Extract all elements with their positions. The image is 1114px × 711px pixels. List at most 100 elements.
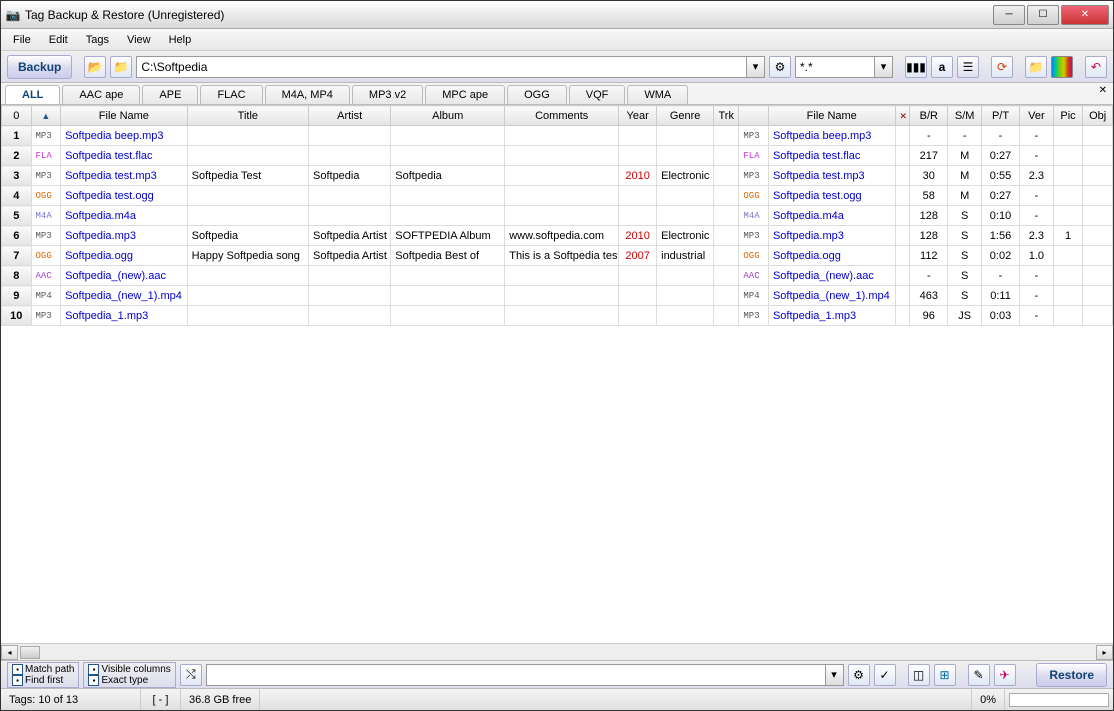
file-name-link[interactable]: Softpedia_(new).aac — [61, 266, 188, 286]
visible-columns-checkbox[interactable]: ▪Visible columns — [88, 664, 170, 675]
col-header-1[interactable]: ▲ — [31, 106, 61, 126]
tab-vqf[interactable]: VQF — [569, 85, 626, 104]
col-header-13[interactable]: B/R — [910, 106, 948, 126]
table-row[interactable]: 5M4ASoftpedia.m4aM4ASoftpedia.m4a128S0:1… — [2, 206, 1113, 226]
file-name-link[interactable]: Softpedia test.mp3 — [61, 166, 188, 186]
col-header-3[interactable]: Title — [187, 106, 308, 126]
col-header-14[interactable]: S/M — [948, 106, 982, 126]
bottom-combo-dropdown-icon[interactable]: ▾ — [826, 664, 844, 686]
menu-help[interactable]: Help — [161, 32, 200, 48]
barcode-icon[interactable]: ▮▮▮ — [905, 56, 927, 78]
table-row[interactable]: 6MP3Softpedia.mp3SoftpediaSoftpedia Arti… — [2, 226, 1113, 246]
check-icon[interactable]: ✓ — [874, 664, 896, 686]
col-header-16[interactable]: Ver — [1020, 106, 1054, 126]
rainbow-icon[interactable] — [1051, 56, 1073, 78]
rocket-icon[interactable]: ✈ — [994, 664, 1016, 686]
auto-a-icon[interactable]: a — [931, 56, 953, 78]
path-dropdown-icon[interactable]: ▾ — [747, 56, 765, 78]
file-name-link[interactable]: Softpedia_1.mp3 — [61, 306, 188, 326]
tab-all[interactable]: ALL — [5, 85, 60, 104]
col-header-12[interactable]: ✕ — [895, 106, 910, 126]
col-header-10[interactable] — [739, 106, 769, 126]
scroll-thumb[interactable] — [20, 646, 40, 659]
file-name-link[interactable]: Softpedia test.flac — [61, 146, 188, 166]
restore-button[interactable]: Restore — [1036, 663, 1107, 687]
tab-flac[interactable]: FLAC — [200, 85, 262, 104]
file-name-link[interactable]: Softpedia.ogg — [61, 246, 188, 266]
file-name-link-2[interactable]: Softpedia test.flac — [768, 146, 895, 166]
file-name-link-2[interactable]: Softpedia.mp3 — [768, 226, 895, 246]
path-input[interactable] — [136, 56, 747, 78]
match-path-checkbox[interactable]: ▪Match path — [12, 664, 74, 675]
file-name-link-2[interactable]: Softpedia_(new_1).mp4 — [768, 286, 895, 306]
menu-tags[interactable]: Tags — [78, 32, 117, 48]
folder-open-icon[interactable]: 📁 — [110, 56, 132, 78]
lines-icon[interactable]: ☰ — [957, 56, 979, 78]
filter-dropdown-icon[interactable]: ▾ — [875, 56, 893, 78]
tab-ogg[interactable]: OGG — [507, 85, 567, 104]
scroll-left-icon[interactable]: ◂ — [1, 645, 18, 660]
file-name-link-2[interactable]: Softpedia.ogg — [768, 246, 895, 266]
select-dashed-icon[interactable]: ◫ — [908, 664, 930, 686]
col-header-15[interactable]: P/T — [982, 106, 1020, 126]
col-header-17[interactable]: Pic — [1053, 106, 1083, 126]
horizontal-scrollbar[interactable]: ◂ ▸ — [1, 643, 1113, 660]
menu-view[interactable]: View — [119, 32, 159, 48]
file-name-link[interactable]: Softpedia.mp3 — [61, 226, 188, 246]
file-name-link[interactable]: Softpedia_(new_1).mp4 — [61, 286, 188, 306]
bottom-combo-input[interactable] — [206, 664, 826, 686]
folder-icon[interactable]: 📁 — [1025, 56, 1047, 78]
filter-toggle-icon[interactable]: ⚙ — [769, 56, 791, 78]
col-header-7[interactable]: Year — [619, 106, 657, 126]
col-header-8[interactable]: Genre — [657, 106, 714, 126]
menu-file[interactable]: File — [5, 32, 39, 48]
menu-edit[interactable]: Edit — [41, 32, 76, 48]
filter-input[interactable] — [795, 56, 875, 78]
col-header-6[interactable]: Comments — [505, 106, 619, 126]
tab-mp3-v2[interactable]: MP3 v2 — [352, 85, 423, 104]
table-row[interactable]: 1MP3Softpedia beep.mp3MP3Softpedia beep.… — [2, 126, 1113, 146]
maximize-button[interactable]: ☐ — [1027, 5, 1059, 25]
scroll-right-icon[interactable]: ▸ — [1096, 645, 1113, 660]
tab-wma[interactable]: WMA — [627, 85, 688, 104]
col-header-4[interactable]: Artist — [309, 106, 391, 126]
file-name-link[interactable]: Softpedia.m4a — [61, 206, 188, 226]
tab-m4a-mp4[interactable]: M4A, MP4 — [265, 85, 350, 104]
tab-ape[interactable]: APE — [142, 85, 198, 104]
close-button[interactable]: ✕ — [1061, 5, 1109, 25]
tabbar-close-icon[interactable]: ✕ — [1099, 85, 1107, 96]
table-row[interactable]: 4OGGSoftpedia test.oggOGGSoftpedia test.… — [2, 186, 1113, 206]
minimize-button[interactable]: ─ — [993, 5, 1025, 25]
col-header-9[interactable]: Trk — [714, 106, 739, 126]
file-name-link-2[interactable]: Softpedia.m4a — [768, 206, 895, 226]
col-header-0[interactable]: 0 — [2, 106, 32, 126]
col-header-18[interactable]: Obj — [1083, 106, 1113, 126]
file-name-link-2[interactable]: Softpedia test.ogg — [768, 186, 895, 206]
shuffle-icon[interactable]: ⤭ — [180, 664, 202, 686]
table-row[interactable]: 9MP4Softpedia_(new_1).mp4MP4Softpedia_(n… — [2, 286, 1113, 306]
brush-icon[interactable]: ✎ — [968, 664, 990, 686]
refresh-icon[interactable]: ⟳ — [991, 56, 1013, 78]
table-row[interactable]: 8AACSoftpedia_(new).aacAACSoftpedia_(new… — [2, 266, 1113, 286]
col-header-5[interactable]: Album — [391, 106, 505, 126]
tab-mpc-ape[interactable]: MPC ape — [425, 85, 505, 104]
backup-button[interactable]: Backup — [7, 55, 72, 79]
file-name-link-2[interactable]: Softpedia_(new).aac — [768, 266, 895, 286]
file-name-link-2[interactable]: Softpedia_1.mp3 — [768, 306, 895, 326]
table-row[interactable]: 2FLASoftpedia test.flacFLASoftpedia test… — [2, 146, 1113, 166]
excel-icon[interactable]: ⊞ — [934, 664, 956, 686]
file-name-link[interactable]: Softpedia test.ogg — [61, 186, 188, 206]
file-name-link-2[interactable]: Softpedia beep.mp3 — [768, 126, 895, 146]
table-row[interactable]: 3MP3Softpedia test.mp3Softpedia TestSoft… — [2, 166, 1113, 186]
tag-settings-icon[interactable]: ⚙ — [848, 664, 870, 686]
table-row[interactable]: 7OGGSoftpedia.oggHappy Softpedia songSof… — [2, 246, 1113, 266]
table-row[interactable]: 10MP3Softpedia_1.mp3MP3Softpedia_1.mp396… — [2, 306, 1113, 326]
col-header-2[interactable]: File Name — [61, 106, 188, 126]
exact-type-checkbox[interactable]: ▪Exact type — [88, 675, 170, 686]
file-name-link[interactable]: Softpedia beep.mp3 — [61, 126, 188, 146]
find-first-checkbox[interactable]: ▪Find first — [12, 675, 74, 686]
folder-up-icon[interactable]: 📂 — [84, 56, 106, 78]
undo-icon[interactable]: ↶ — [1085, 56, 1107, 78]
tab-aac-ape[interactable]: AAC ape — [62, 85, 140, 104]
col-header-11[interactable]: File Name — [768, 106, 895, 126]
